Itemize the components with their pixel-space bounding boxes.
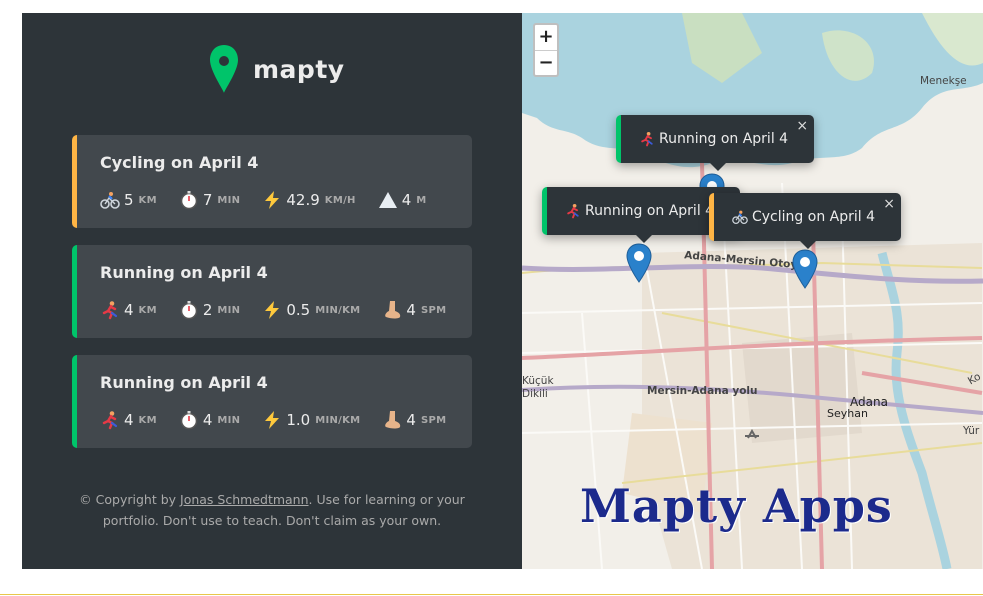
stopwatch-icon [180,191,198,210]
lightning-icon [265,411,280,429]
map-marker-icon[interactable] [626,243,652,283]
zoom-control: + − [533,23,559,77]
runner-icon [102,301,118,320]
map-label: Yür [963,425,980,437]
popup-close-button[interactable]: × [883,196,895,212]
workout-card-running[interactable]: Running on April 4 4 KM 2 MIN 0.5 MIN/KM… [72,245,472,338]
zoom-in-button[interactable]: + [535,25,557,50]
workout-card-cycling[interactable]: Cycling on April 4 5 KM 7 MIN 42.9 KM/H … [72,135,472,228]
map-marker-icon[interactable] [792,249,818,289]
bike-icon [100,192,120,209]
runner-icon [641,131,653,147]
distance-stat: 5 KM [100,190,157,210]
stopwatch-icon [180,411,198,430]
lightning-icon [265,301,280,319]
duration-stat: 2 MIN [179,300,241,320]
cadence-stat: 4 SPM [382,410,446,430]
logo-text: mapty [253,54,345,84]
distance-stat: 4 KM [100,300,157,320]
map-label: Küçük [522,375,554,387]
workout-title: Cycling on April 4 [100,153,259,172]
elevation-stat: 4 M [378,190,427,210]
popup-label: Running on April 4 [585,203,715,219]
zoom-out-button[interactable]: − [535,50,557,75]
lightning-icon [265,191,280,209]
mountain-icon [378,192,397,208]
pace-stat: 1.0 MIN/KM [262,410,360,430]
duration-stat: 7 MIN [179,190,241,210]
divider [0,594,983,595]
runner-icon [102,411,118,430]
cadence-stat: 4 SPM [382,300,446,320]
map-label: Menekşe [920,75,967,87]
logo: mapty [209,43,345,95]
workout-title: Running on April 4 [100,373,268,392]
workout-details: 4 KM 2 MIN 0.5 MIN/KM 4 SPM [100,300,468,320]
watermark-text: Mapty Apps [580,479,893,533]
map-label: Mersin-Adana yolu [647,385,758,397]
stopwatch-icon [180,301,198,320]
workout-popup-running[interactable]: Running on April 4 × [616,115,815,171]
pace-stat: 0.5 MIN/KM [262,300,360,320]
map-label: Dikili [522,388,548,400]
popup-close-button[interactable]: × [796,118,808,134]
workout-title: Running on April 4 [100,263,268,282]
map-label: Seyhan [827,407,868,420]
duration-stat: 4 MIN [179,410,241,430]
map-pin-logo-icon [210,45,238,93]
bike-icon [732,210,748,225]
workout-card-running[interactable]: Running on April 4 4 KM 4 MIN 1.0 MIN/KM… [72,355,472,448]
popup-label: Running on April 4 [659,131,789,147]
workout-details: 4 KM 4 MIN 1.0 MIN/KM 4 SPM [100,410,468,430]
map[interactable]: Menekşe Adana-Mersin Otoyolu Mersin-Adan… [522,13,983,569]
popup-label: Cycling on April 4 [752,209,875,225]
distance-stat: 4 KM [100,410,157,430]
workout-popup-cycling[interactable]: Cycling on April 4 × [709,193,901,249]
workout-details: 5 KM 7 MIN 42.9 KM/H 4 M [100,190,449,210]
foot-icon [385,411,401,429]
speed-stat: 42.9 KM/H [262,190,355,210]
runner-icon [567,203,579,219]
copyright-text: © Copyright by Jonas Schmedtmann. Use fo… [79,492,465,528]
foot-icon [385,301,401,319]
author-link[interactable]: Jonas Schmedtmann [180,492,309,507]
sidebar: mapty Cycling on April 4 5 KM 7 MIN 42.9… [22,13,522,569]
